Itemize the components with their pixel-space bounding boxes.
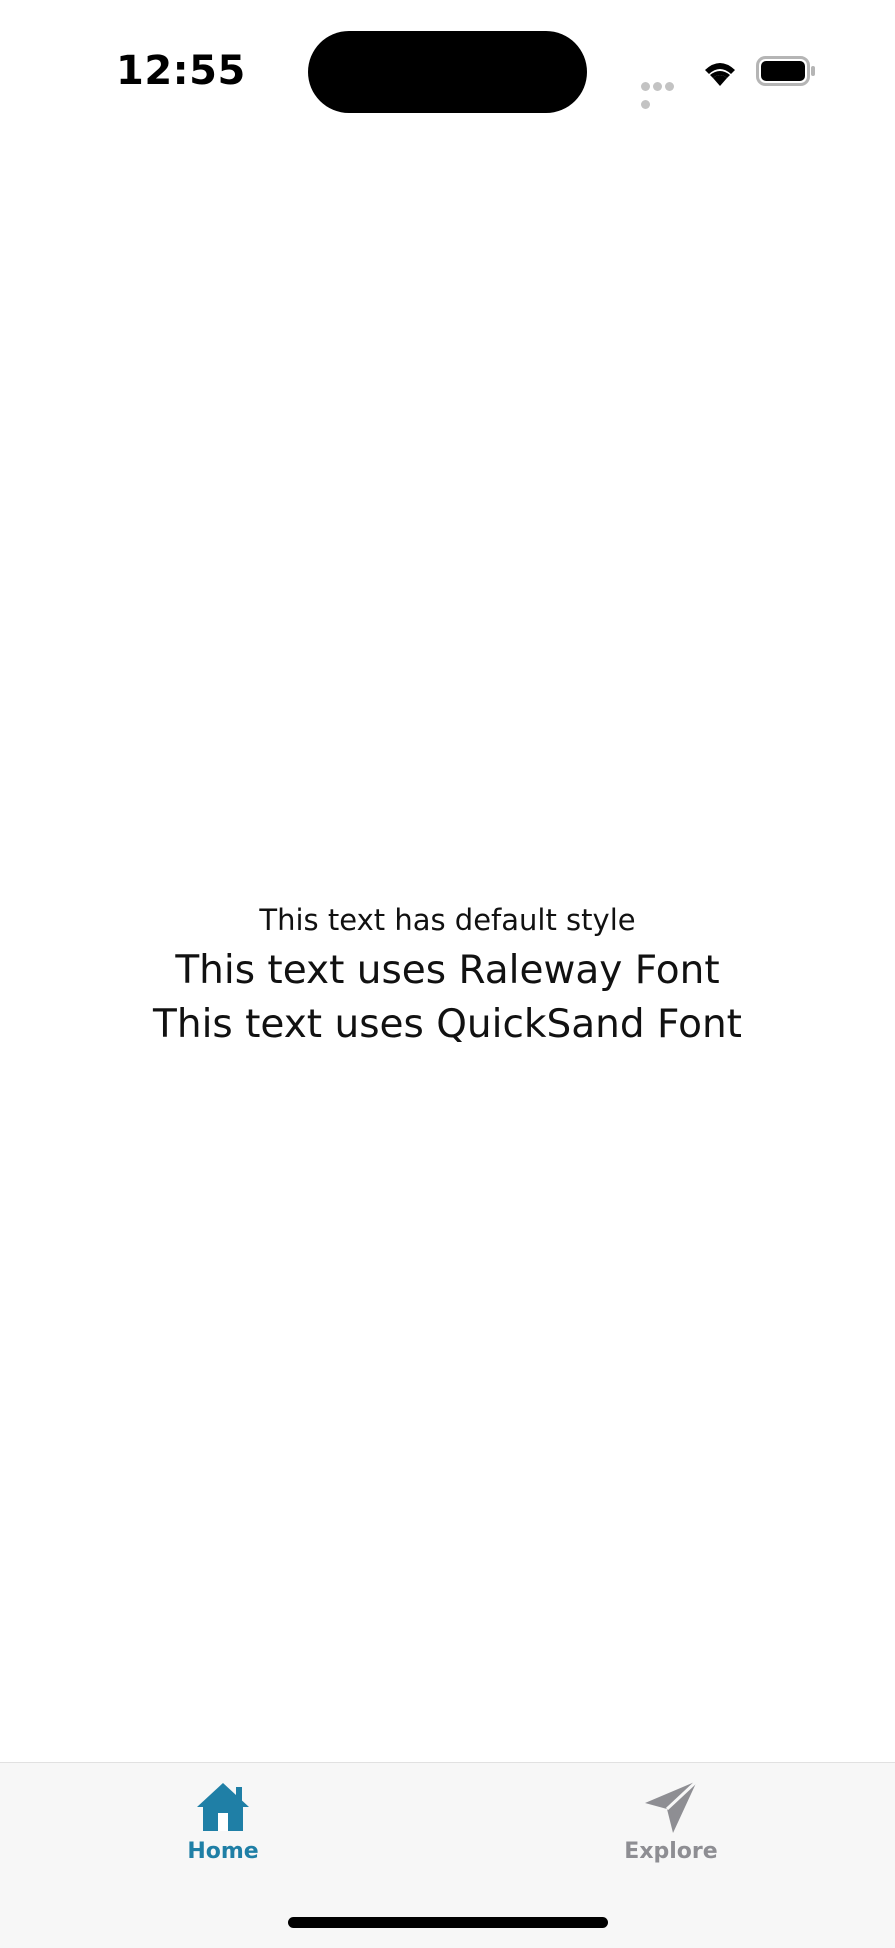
default-style-text: This text has default style [259,903,636,937]
tab-home[interactable]: Home [123,1779,323,1864]
tab-explore-label: Explore [624,1839,718,1864]
quicksand-font-text: This text uses QuickSand Font [153,1002,742,1047]
battery-icon [756,56,815,86]
main-content: This text has default style This text us… [0,896,895,1052]
paper-plane-icon [645,1779,699,1833]
home-indicator[interactable] [288,1917,608,1928]
status-time: 12:55 [116,48,246,94]
tab-explore[interactable]: Explore [571,1779,771,1864]
wifi-icon [705,63,735,86]
dynamic-island [308,31,587,113]
raleway-font-text: This text uses Raleway Font [175,948,720,993]
home-icon [197,1783,249,1831]
status-bar: 12:55 [0,0,895,140]
tab-home-label: Home [187,1839,259,1864]
cellular-signal-icon [641,78,687,109]
